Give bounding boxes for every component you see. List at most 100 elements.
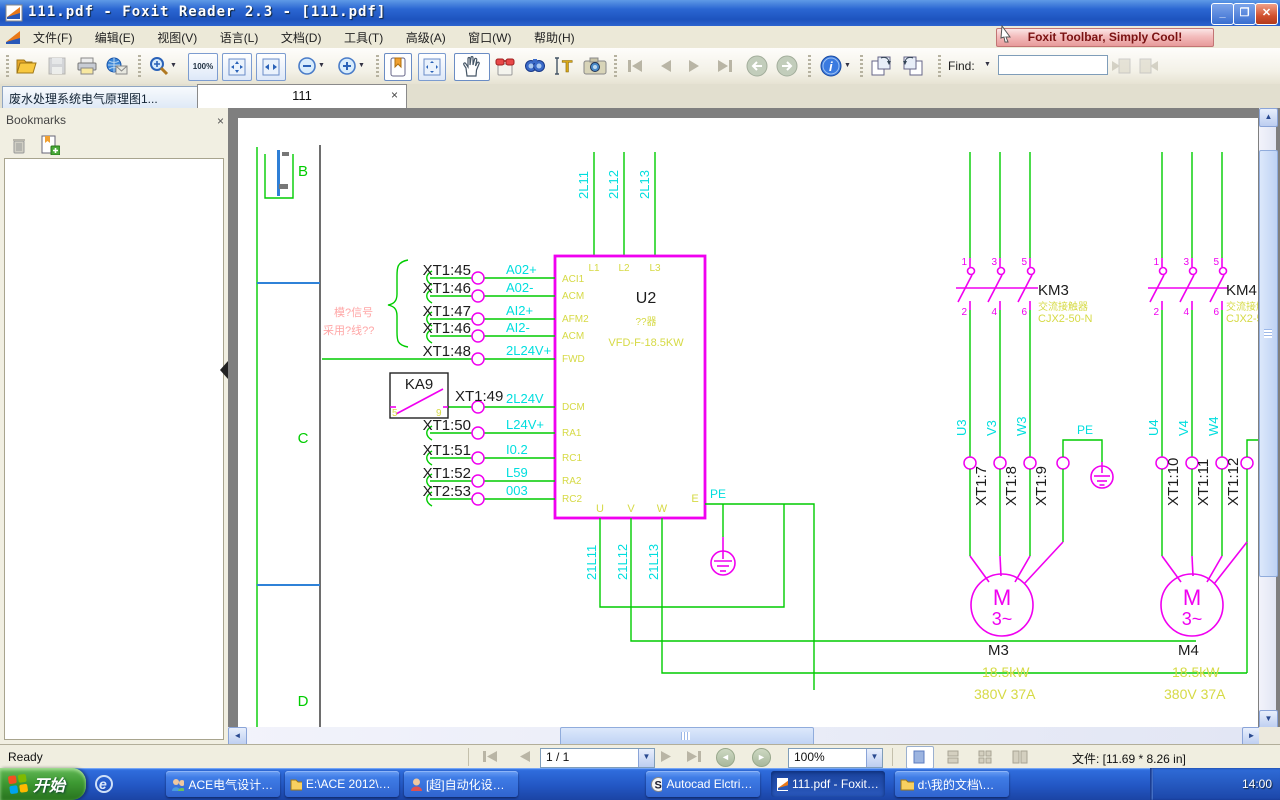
- search-button[interactable]: [522, 53, 548, 79]
- foxit-toolbar-promo[interactable]: Foxit Toolbar, Simply Cool!: [996, 28, 1214, 47]
- find-input[interactable]: [998, 55, 1108, 75]
- menu-document[interactable]: 文档(D): [272, 26, 331, 48]
- contactor-km4: 1 3 5 2 4 6 KM4 交流接触器 CJX2-50-N: [1148, 152, 1258, 457]
- menu-language[interactable]: 语言(L): [211, 26, 268, 48]
- status-text: Ready: [8, 750, 43, 764]
- vertical-scrollbar[interactable]: ▲ ▼: [1259, 108, 1276, 744]
- bookmarks-panel-button[interactable]: [384, 53, 412, 81]
- menu-window[interactable]: 窗口(W): [459, 26, 520, 48]
- zoom-out-dropdown[interactable]: ▼: [318, 62, 325, 69]
- minimize-button[interactable]: _: [1211, 3, 1234, 25]
- menu-edit[interactable]: 编辑(E): [86, 26, 144, 48]
- go-back-button[interactable]: [744, 53, 770, 79]
- menu-file[interactable]: 文件(F): [24, 26, 81, 48]
- horizontal-scrollbar[interactable]: ◄ ►: [228, 727, 1259, 744]
- tab-111[interactable]: 111 ×: [197, 84, 407, 111]
- restore-button[interactable]: ❐: [1233, 3, 1256, 25]
- motor-power: 18.5kW: [982, 664, 1030, 680]
- prev-page-button[interactable]: [652, 53, 678, 79]
- last-page-button[interactable]: [712, 53, 738, 79]
- snapshot-button[interactable]: [582, 53, 608, 79]
- fit-visible-button[interactable]: [418, 53, 446, 81]
- zoom-tool-dropdown[interactable]: ▼: [170, 62, 177, 69]
- zoom-in-dropdown[interactable]: ▼: [358, 62, 365, 69]
- hand-tool-button[interactable]: [454, 53, 490, 81]
- u2-pin: RC1: [562, 453, 582, 464]
- actual-size-label: 100%: [193, 63, 213, 71]
- zoom-combo[interactable]: 100% ▼: [788, 748, 883, 768]
- zoom-out-button[interactable]: [294, 53, 320, 79]
- ie-quicklaunch-icon[interactable]: e: [95, 775, 113, 793]
- scroll-up-icon[interactable]: ▲: [1259, 108, 1278, 127]
- menu-tools[interactable]: 工具(T): [335, 26, 392, 48]
- taskbar-item-explorer-ace[interactable]: E:\ACE 2012\ACE\A...: [285, 771, 399, 797]
- taskbar-item-explorer-docs[interactable]: d:\我的文档\桌面\...: [895, 771, 1009, 797]
- contacts-icon: [171, 777, 184, 792]
- facing-page-icon[interactable]: [978, 750, 992, 764]
- delete-bookmark-icon[interactable]: [10, 136, 28, 154]
- menu-view[interactable]: 视图(V): [148, 26, 206, 48]
- zoom-in-button[interactable]: [334, 53, 360, 79]
- scrollbar-corner: [1259, 727, 1280, 744]
- taskbar-item-autocad[interactable]: S Autocad Elctrical 20...: [646, 771, 760, 797]
- print-button[interactable]: [74, 53, 100, 79]
- save-button[interactable]: [44, 53, 70, 79]
- tab-close-icon[interactable]: ×: [391, 88, 398, 102]
- fit-width-button[interactable]: [256, 53, 286, 81]
- bus-label: 2L12: [606, 170, 621, 199]
- menu-help[interactable]: 帮助(H): [525, 26, 584, 48]
- first-page-icon[interactable]: [482, 750, 498, 763]
- motor-letter: M: [993, 585, 1011, 610]
- view-back-icon[interactable]: ◄: [716, 748, 735, 767]
- panel-collapse-icon[interactable]: [220, 361, 228, 379]
- open-button[interactable]: [14, 53, 40, 79]
- first-page-button[interactable]: [622, 53, 648, 79]
- tab-111-label: 111: [292, 88, 312, 103]
- page-number-combo[interactable]: 1 / 1 ▼: [540, 748, 655, 768]
- wire-label: AI2+: [506, 303, 533, 318]
- add-bookmark-icon[interactable]: [40, 135, 60, 155]
- continuous-page-icon[interactable]: [946, 750, 960, 764]
- terminal-label: XT1:12: [1225, 458, 1242, 506]
- vertical-scroll-thumb[interactable]: [1259, 150, 1278, 577]
- single-page-icon[interactable]: [912, 750, 926, 764]
- taskbar-item-qq-group[interactable]: ACE电气设计联盟: [166, 771, 280, 797]
- bookmarks-close-icon[interactable]: ×: [217, 114, 224, 128]
- rotate-cw-button[interactable]: [868, 53, 894, 79]
- last-page-icon[interactable]: [686, 750, 702, 763]
- fit-page-button[interactable]: [222, 53, 252, 81]
- actual-size-button[interactable]: 100%: [188, 53, 218, 81]
- loupe-tool-button[interactable]: [492, 53, 518, 79]
- u2-pin: RA1: [562, 428, 582, 439]
- rotate-ccw-button[interactable]: [900, 53, 926, 79]
- find-previous-button[interactable]: [1108, 53, 1134, 79]
- find-next-button[interactable]: [1136, 53, 1162, 79]
- pole-number: 6: [1021, 307, 1027, 318]
- chevron-down-icon[interactable]: ▼: [866, 749, 882, 767]
- taskbar-item-qq-chat[interactable]: [超]自动化设备设...: [404, 771, 518, 797]
- start-button[interactable]: 开始: [0, 768, 86, 800]
- taskbar-item-foxit[interactable]: 111.pdf - Foxit Rea...: [771, 771, 885, 797]
- menu-advanced[interactable]: 高级(A): [397, 26, 455, 48]
- prev-page-icon[interactable]: [518, 750, 531, 763]
- close-button[interactable]: ✕: [1255, 3, 1278, 25]
- bus-label: 2L11: [576, 171, 591, 199]
- properties-button[interactable]: i: [818, 53, 844, 79]
- pdf-page[interactable]: B C D 2L11 2L12 2L13 L1 L2 L3 U2 ??器: [238, 118, 1258, 727]
- properties-dropdown[interactable]: ▼: [844, 62, 851, 69]
- terminal-label: XT1:45: [423, 262, 471, 279]
- bus-label: 2L13: [637, 170, 652, 199]
- select-text-button[interactable]: T: [552, 53, 578, 79]
- find-dropdown[interactable]: ▼: [984, 61, 991, 68]
- email-button[interactable]: [104, 53, 130, 79]
- chevron-down-icon[interactable]: ▼: [638, 749, 654, 767]
- next-page-button[interactable]: [682, 53, 708, 79]
- go-forward-button[interactable]: [774, 53, 800, 79]
- view-forward-icon[interactable]: ►: [752, 748, 771, 767]
- window-title: 111.pdf - Foxit Reader 2.3 - [111.pdf]: [28, 4, 386, 20]
- zoom-tool-button[interactable]: [146, 53, 172, 79]
- pole-number: 6: [1213, 307, 1219, 318]
- two-page-icon[interactable]: [1012, 750, 1028, 764]
- bookmarks-list[interactable]: [4, 158, 224, 740]
- next-page-icon[interactable]: [660, 750, 673, 763]
